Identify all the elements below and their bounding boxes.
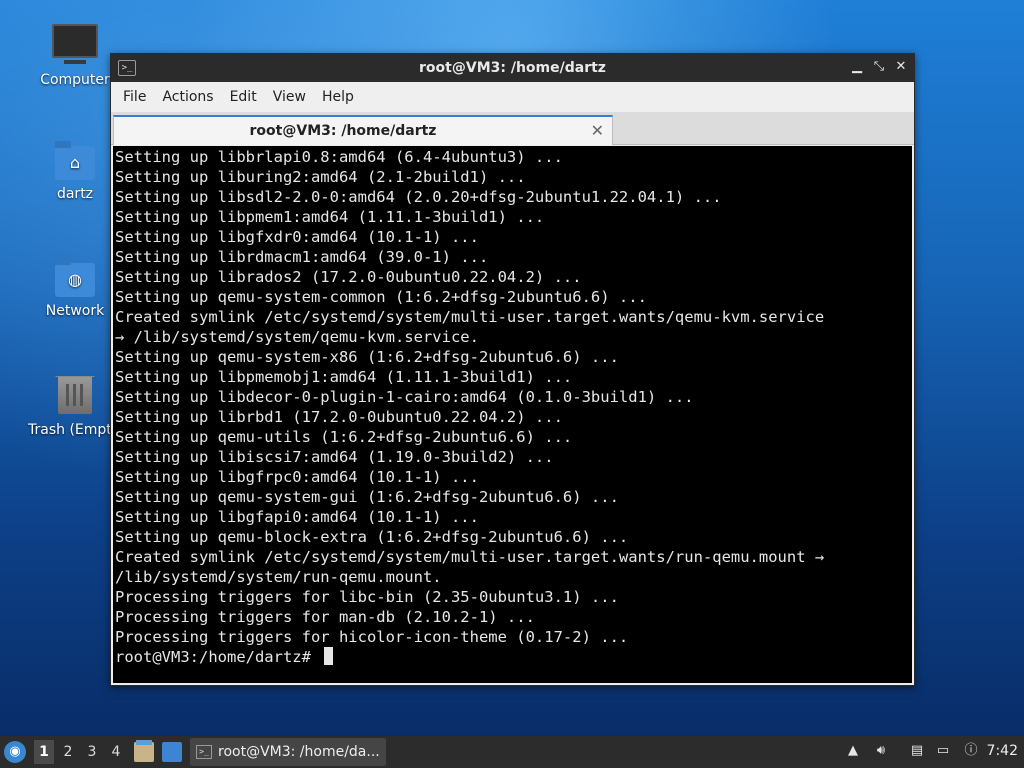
menu-file[interactable]: File <box>115 89 154 105</box>
clock[interactable]: 7:42 <box>987 743 1018 759</box>
terminal-line: Setting up libpmemobj1:amd64 (1.11.1-3bu… <box>115 368 573 386</box>
file-manager-icon[interactable] <box>134 740 154 762</box>
minimize-icon[interactable]: ▁ <box>848 58 866 76</box>
tab-bar: root@VM3: /home/dartz ✕ <box>111 112 914 145</box>
computer-icon <box>52 24 98 64</box>
terminal-line: Setting up liburing2:amd64 (2.1-2build1)… <box>115 168 526 186</box>
network-icon[interactable]: ▭ <box>934 742 952 760</box>
restore-icon[interactable]: ⤡ <box>870 58 888 76</box>
terminal-line: Setting up libgfapi0:amd64 (10.1-1) ... <box>115 508 479 526</box>
workspace-3[interactable]: 3 <box>82 740 102 764</box>
terminal-text: Setting up libbrlapi0.8:amd64 (6.4-4ubun… <box>113 146 912 668</box>
menu-bar: File Actions Edit View Help <box>111 82 914 112</box>
workspace-1[interactable]: 1 <box>34 740 54 764</box>
terminal-line: /lib/systemd/system/run-qemu.mount. <box>115 568 442 586</box>
trash-icon <box>55 376 95 414</box>
window-titlebar[interactable]: >_ root@VM3: /home/dartz ▁ ⤡ ✕ <box>111 54 914 82</box>
taskbar: ◉ 1 2 3 4 >_ root@VM3: /home/da... ▲ 🔊︎ … <box>0 736 1024 768</box>
volume-icon[interactable]: 🔊︎ <box>872 742 890 760</box>
workspace-2[interactable]: 2 <box>58 740 78 764</box>
terminal-line: Setting up libgfrpc0:amd64 (10.1-1) ... <box>115 468 479 486</box>
terminal-line: Setting up libbrlapi0.8:amd64 (6.4-4ubun… <box>115 148 563 166</box>
network-folder-icon: ◍ <box>55 258 95 297</box>
terminal-task-icon: >_ <box>196 745 212 759</box>
menu-actions[interactable]: Actions <box>154 89 221 105</box>
window-title: root@VM3: /home/dartz <box>419 60 606 76</box>
terminal-line: Processing triggers for hicolor-icon-the… <box>115 628 629 646</box>
terminal-line: Setting up libiscsi7:amd64 (1.19.0-3buil… <box>115 448 554 466</box>
menu-edit[interactable]: Edit <box>222 89 265 105</box>
terminal-line: Setting up qemu-system-gui (1:6.2+dfsg-2… <box>115 488 619 506</box>
task-label: root@VM3: /home/da... <box>218 744 380 760</box>
show-desktop-icon[interactable] <box>162 742 182 762</box>
terminal-line: Setting up libdecor-0-plugin-1-cairo:amd… <box>115 388 694 406</box>
clipboard-icon[interactable]: ▤ <box>908 742 926 760</box>
workspace-4[interactable]: 4 <box>106 740 126 764</box>
terminal-line: Setting up librdmacm1:amd64 (39.0-1) ... <box>115 248 489 266</box>
terminal-line: Setting up librados2 (17.2.0-0ubuntu0.22… <box>115 268 582 286</box>
terminal-cursor <box>324 647 334 665</box>
start-menu-icon[interactable]: ◉ <box>4 741 26 763</box>
terminal-output[interactable]: Setting up libbrlapi0.8:amd64 (6.4-4ubun… <box>113 146 912 683</box>
terminal-line: Processing triggers for libc-bin (2.35-0… <box>115 588 619 606</box>
terminal-line: Setting up libpmem1:amd64 (1.11.1-3build… <box>115 208 545 226</box>
terminal-line: Setting up qemu-system-x86 (1:6.2+dfsg-2… <box>115 348 619 366</box>
notification-icon[interactable]: ⓘ <box>962 742 980 760</box>
terminal-line: Processing triggers for man-db (2.10.2-1… <box>115 608 535 626</box>
terminal-line: Setting up qemu-utils (1:6.2+dfsg-2ubunt… <box>115 428 573 446</box>
update-icon[interactable]: ▲ <box>844 742 862 760</box>
terminal-window: >_ root@VM3: /home/dartz ▁ ⤡ ✕ File Acti… <box>110 53 915 686</box>
tab-label: root@VM3: /home/dartz <box>249 123 437 139</box>
terminal-tab[interactable]: root@VM3: /home/dartz ✕ <box>113 115 613 145</box>
taskbar-task-terminal[interactable]: >_ root@VM3: /home/da... <box>190 738 386 766</box>
terminal-line: Setting up libsdl2-2.0-0:amd64 (2.0.20+d… <box>115 188 722 206</box>
terminal-line: Setting up libgfxdr0:amd64 (10.1-1) ... <box>115 228 479 246</box>
terminal-line: Created symlink /etc/systemd/system/mult… <box>115 548 825 566</box>
terminal-line: Created symlink /etc/systemd/system/mult… <box>115 308 825 326</box>
home-folder-icon: ⌂ <box>55 141 95 180</box>
terminal-prompt: root@VM3:/home/dartz# <box>115 648 321 666</box>
terminal-line: Setting up qemu-system-common (1:6.2+dfs… <box>115 288 647 306</box>
terminal-line: Setting up librbd1 (17.2.0-0ubuntu0.22.0… <box>115 408 563 426</box>
terminal-line: → /lib/systemd/system/qemu-kvm.service. <box>115 328 479 346</box>
close-icon[interactable]: ✕ <box>892 58 910 76</box>
menu-view[interactable]: View <box>265 89 314 105</box>
terminal-line: Setting up qemu-block-extra (1:6.2+dfsg-… <box>115 528 629 546</box>
tab-close-icon[interactable]: ✕ <box>591 121 604 140</box>
menu-help[interactable]: Help <box>314 89 362 105</box>
